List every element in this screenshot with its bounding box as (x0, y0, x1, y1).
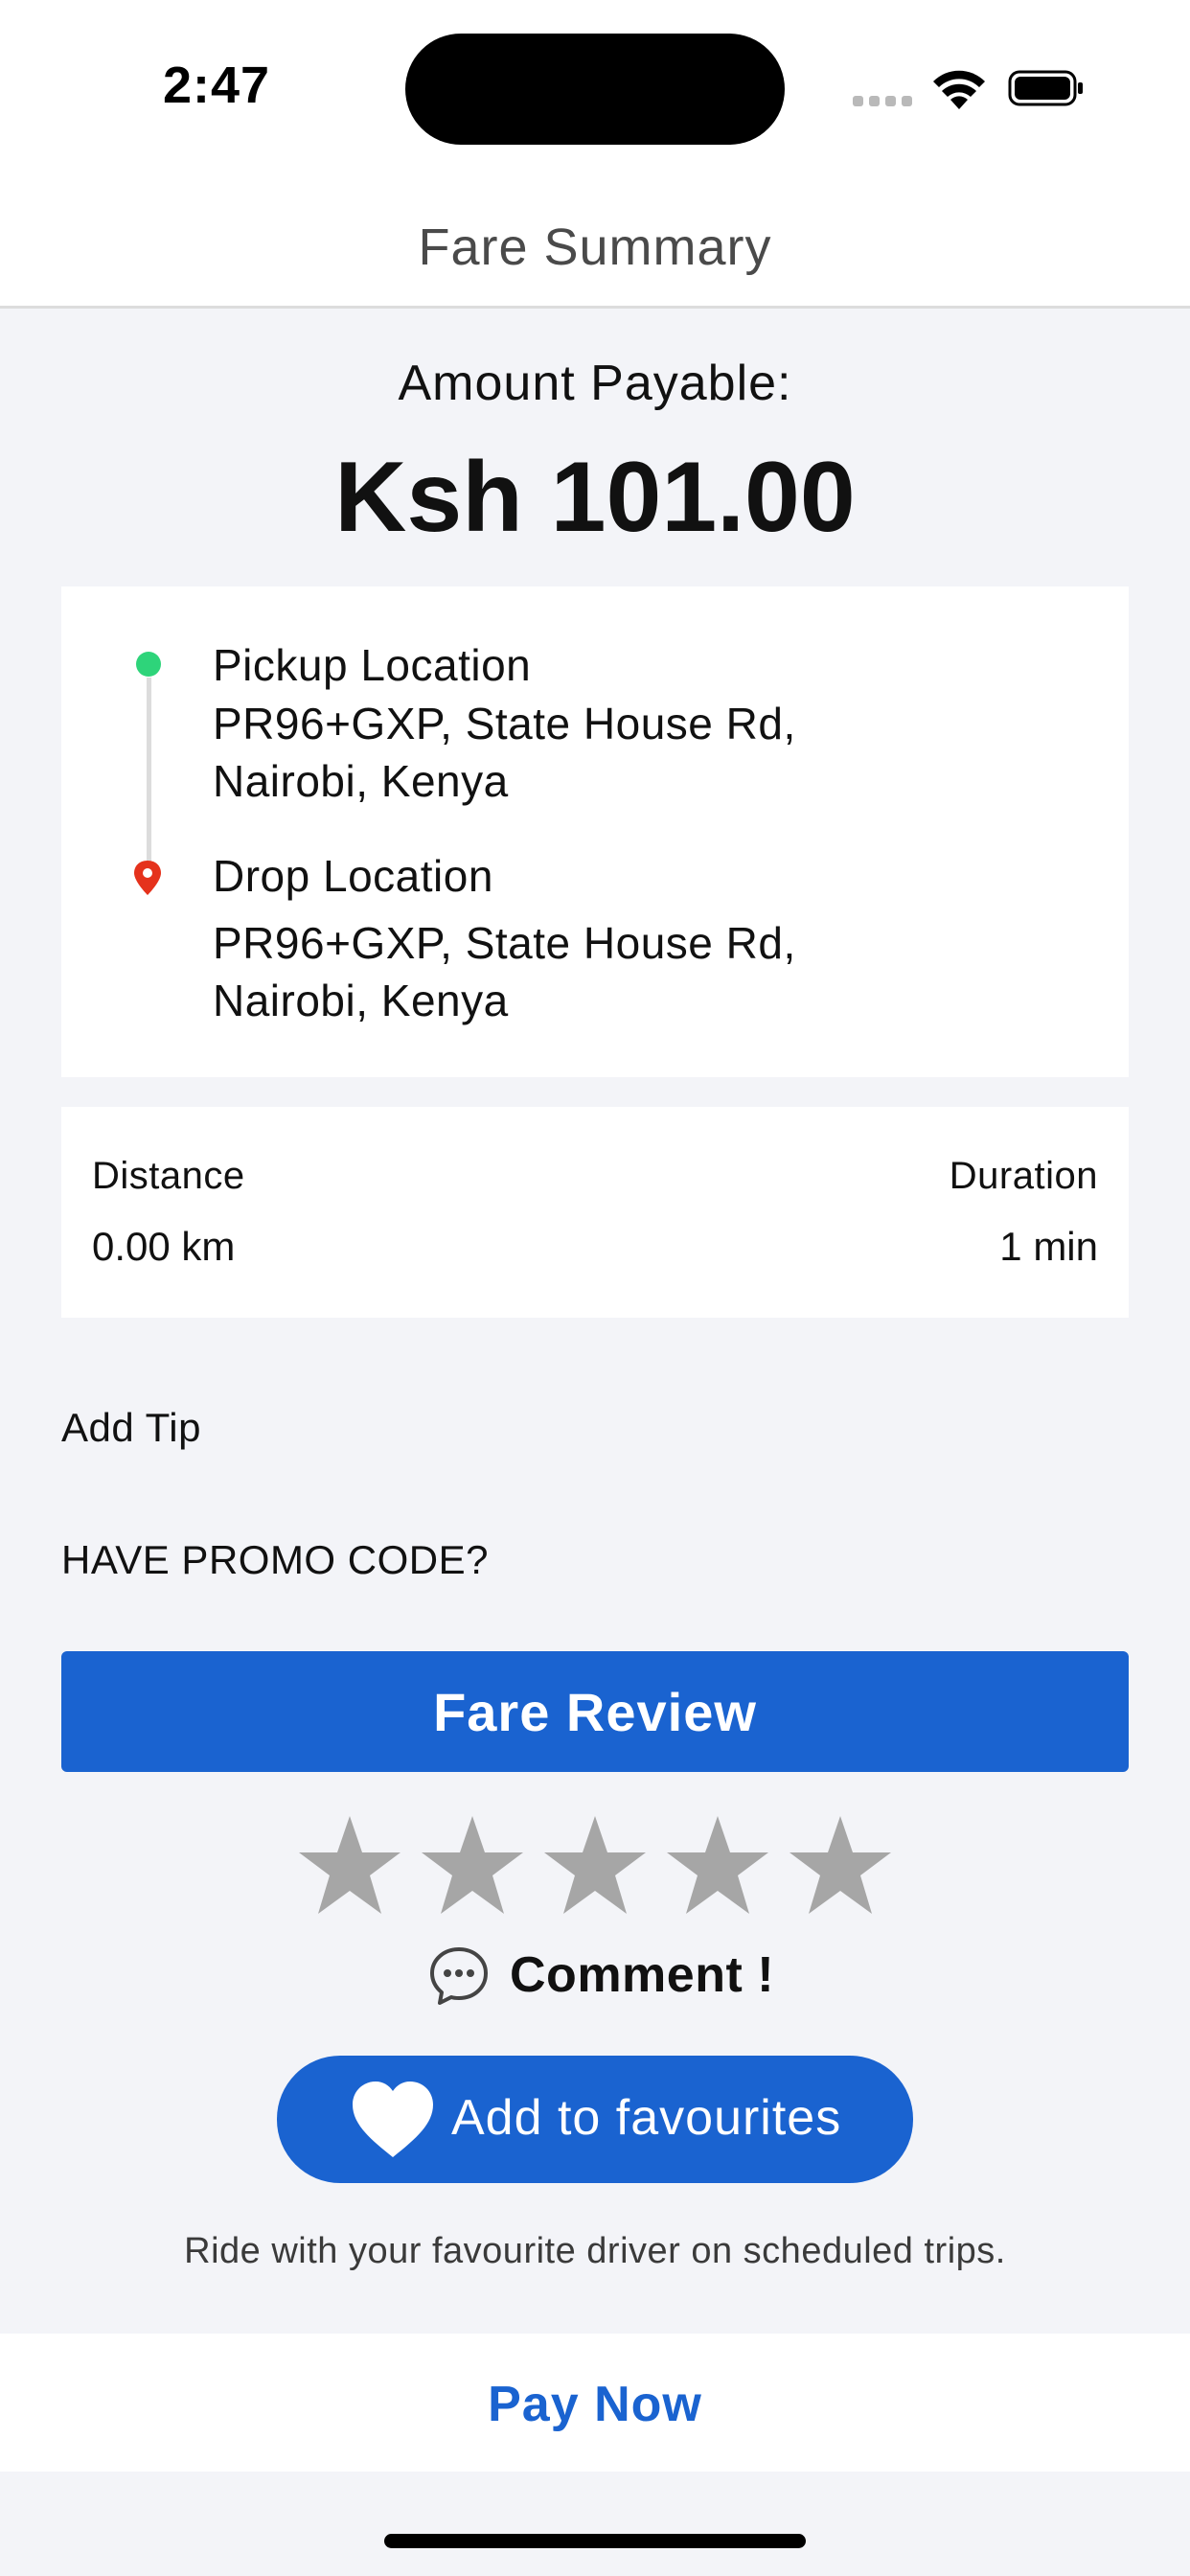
pickup-address: PR96+GXP, State House Rd, Nairobi, Kenya (213, 699, 796, 806)
status-time: 2:47 (163, 57, 271, 114)
battery-icon (1008, 70, 1083, 106)
route-connector (147, 678, 151, 865)
pay-bar: Pay Now (0, 2334, 1190, 2472)
chat-bubble-icon (430, 1947, 488, 2005)
amount-value: Ksh 101.00 (334, 442, 856, 553)
drop-address: PR96+GXP, State House Rd, Nairobi, Kenya (213, 918, 796, 1025)
fare-summary-screen: 2:47 Fare Summary Amount Payable: Ksh 10… (0, 0, 1190, 2576)
cellular-signal-icon (853, 96, 914, 109)
pickup-title: Pickup Location (213, 640, 532, 690)
star-rating (297, 1814, 893, 1925)
star-5-icon[interactable] (788, 1814, 893, 1920)
comment-button[interactable]: Comment ! (427, 1943, 791, 2010)
add-tip-link[interactable]: Add Tip (61, 1405, 201, 1451)
dynamic-island (405, 34, 785, 145)
amount-label: Amount Payable: (398, 356, 792, 411)
star-1-icon[interactable] (297, 1814, 402, 1920)
home-indicator (384, 2534, 806, 2548)
promo-code-link[interactable]: HAVE PROMO CODE? (61, 1537, 489, 1583)
drop-title: Drop Location (213, 851, 493, 901)
add-to-favourites-button[interactable]: Add to favourites (277, 2056, 913, 2183)
fare-review-button[interactable]: Fare Review (61, 1651, 1129, 1772)
header: Fare Summary (0, 177, 1190, 309)
status-bar: 2:47 (0, 0, 1190, 177)
pickup-dot-icon (136, 652, 161, 677)
favourites-note: Ride with your favourite driver on sched… (184, 2231, 1006, 2271)
duration-label: Duration (949, 1155, 1098, 1197)
distance-label: Distance (92, 1155, 245, 1197)
drop-pin-icon (134, 861, 161, 895)
comment-label: Comment ! (510, 1947, 775, 2003)
add-to-favourites-label: Add to favourites (451, 2090, 842, 2146)
heart-icon (353, 2082, 433, 2157)
wifi-icon (933, 70, 985, 109)
pay-now-button[interactable]: Pay Now (0, 2376, 1190, 2433)
page-title: Fare Summary (418, 218, 772, 276)
distance-value: 0.00 km (92, 1224, 236, 1269)
duration-value: 1 min (999, 1224, 1098, 1269)
trip-stats-card: Distance 0.00 km Duration 1 min (61, 1107, 1129, 1318)
star-3-icon[interactable] (542, 1814, 648, 1920)
star-4-icon[interactable] (665, 1814, 770, 1920)
route-card: Pickup Location PR96+GXP, State House Rd… (61, 586, 1129, 1077)
star-2-icon[interactable] (420, 1814, 525, 1920)
